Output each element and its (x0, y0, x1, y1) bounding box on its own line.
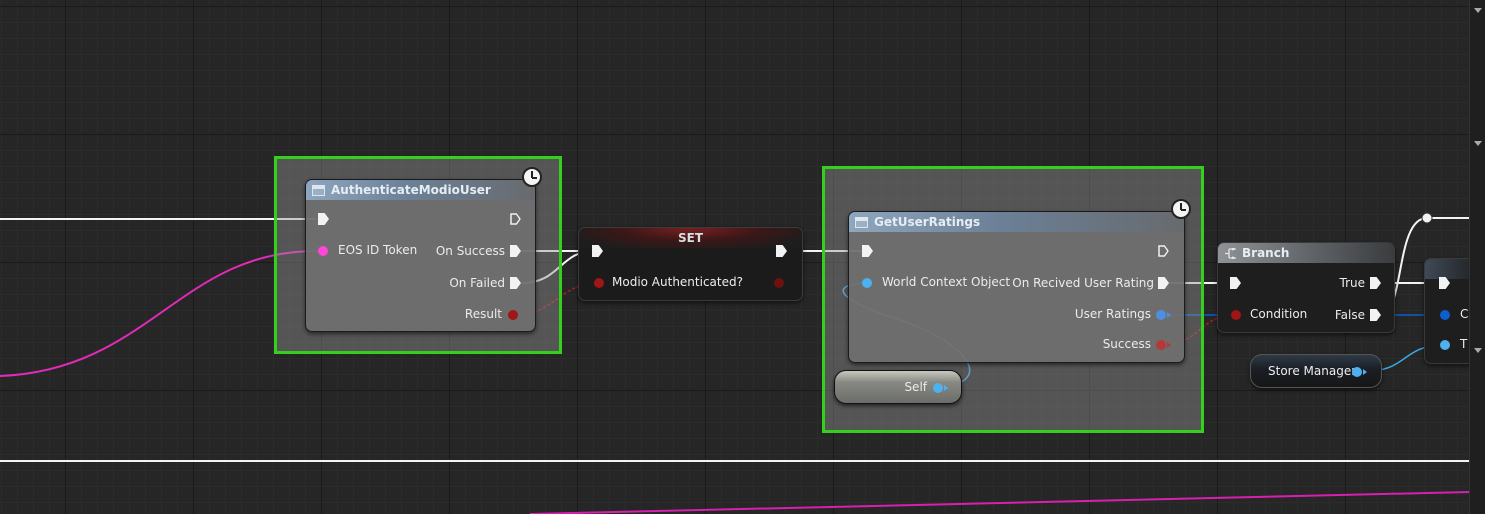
store-manager-label: Store Manager (1268, 364, 1357, 378)
function-icon (855, 216, 868, 228)
cutoff-pin-c[interactable] (1440, 310, 1450, 320)
modio-authenticated-label: Modio Authenticated? (612, 275, 743, 289)
true-label: True (1339, 276, 1366, 290)
chevron-down-icon[interactable] (1474, 348, 1482, 353)
chevron-down-icon[interactable] (1474, 141, 1482, 146)
self-label: Self (904, 380, 927, 394)
node-header: GetUserRatings (849, 212, 1184, 232)
success-pin[interactable] (1156, 340, 1166, 350)
eos-id-token-label: EOS ID Token (338, 243, 418, 257)
user-ratings-arrow (1167, 312, 1171, 318)
on-failed-label: On Failed (449, 276, 505, 290)
user-ratings-pin[interactable] (1156, 310, 1166, 320)
result-pin[interactable] (508, 310, 518, 320)
cutoff-pin-t[interactable] (1440, 340, 1450, 350)
node-set[interactable]: SET (578, 227, 803, 301)
world-context-object-label: World Context Object (882, 275, 1011, 289)
clock-icon (1171, 199, 1191, 219)
clock-icon (522, 167, 542, 187)
node-title: SET (677, 231, 704, 245)
false-label: False (1334, 308, 1365, 322)
node-header: SET (579, 228, 802, 248)
on-success-label: On Success (435, 244, 505, 258)
on-received-user-rating-label: On Recived User Rating (1012, 276, 1154, 290)
chevron-down-icon[interactable] (1474, 8, 1482, 13)
result-label: Result (464, 307, 502, 321)
self-arrow (944, 385, 948, 391)
condition-pin[interactable] (1231, 310, 1241, 320)
success-arrow (1167, 342, 1171, 348)
store-manager-pin[interactable] (1352, 367, 1362, 377)
node-title: AuthenticateModioUser (331, 183, 491, 197)
node-header: AuthenticateModioUser (306, 180, 535, 200)
string-wire-eos (0, 249, 319, 377)
node-header: Branch (1218, 243, 1394, 263)
node-title: GetUserRatings (874, 215, 981, 229)
eos-id-token-pin[interactable] (318, 246, 328, 256)
branch-icon (1224, 246, 1238, 260)
reroute-knot (1421, 212, 1433, 224)
function-icon (312, 184, 325, 196)
user-ratings-label: User Ratings (1074, 307, 1151, 321)
success-label: Success (1102, 337, 1151, 351)
string-wire-bottom (529, 491, 1471, 514)
cutoff-label-t: T (1460, 337, 1468, 351)
modio-authenticated-out-pin[interactable] (774, 278, 784, 288)
world-context-object-pin[interactable] (862, 278, 872, 288)
cutoff-label-c: C (1460, 307, 1469, 321)
condition-label: Condition (1250, 307, 1308, 321)
store-manager-arrow (1363, 369, 1367, 375)
node-title: Branch (1242, 246, 1290, 260)
self-pin[interactable] (933, 383, 943, 393)
modio-authenticated-pin[interactable] (594, 278, 604, 288)
vertical-scrollbar[interactable] (1469, 0, 1485, 514)
